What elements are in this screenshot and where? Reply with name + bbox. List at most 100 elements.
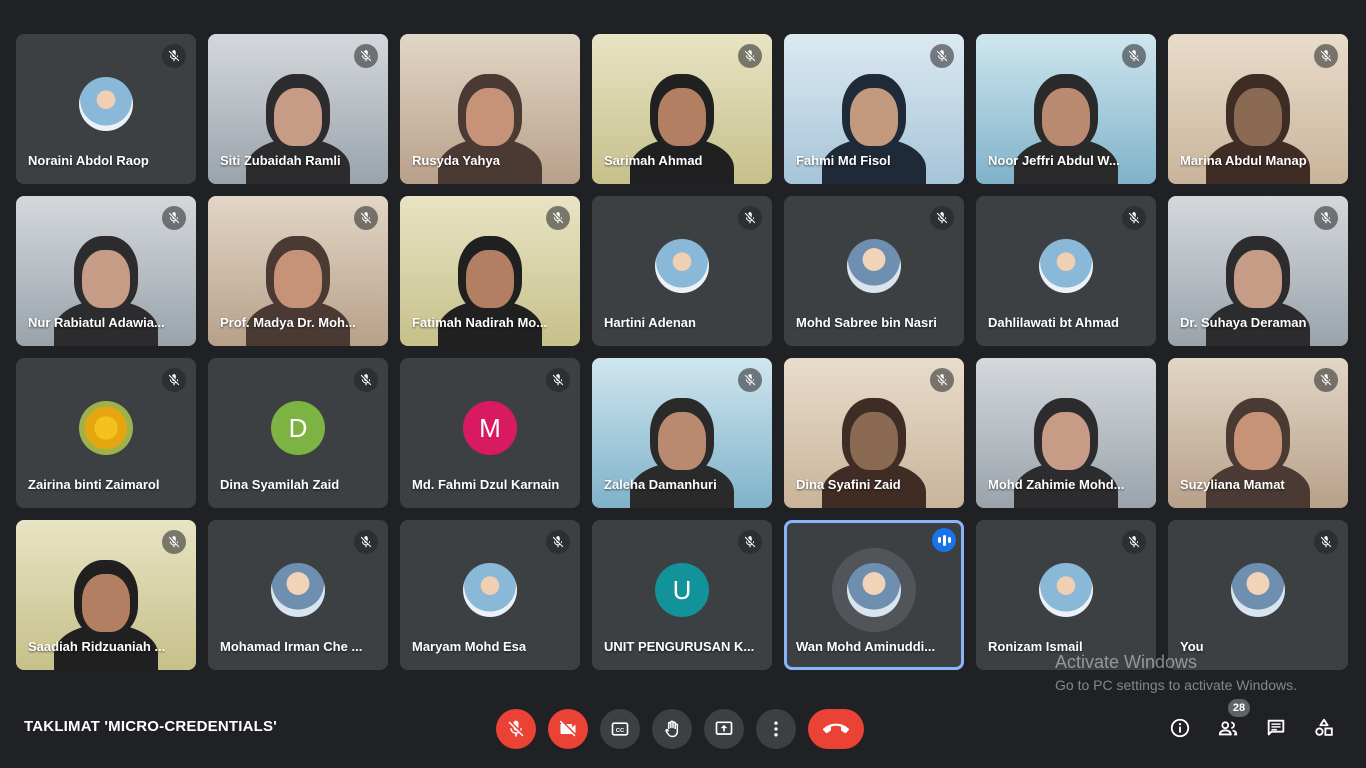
mic-muted-icon — [546, 206, 570, 230]
participant-tile[interactable]: Dina Syafini Zaid — [784, 358, 964, 508]
more-options-button[interactable] — [756, 709, 796, 749]
participant-name: Mohamad Irman Che ... — [220, 639, 363, 654]
participant-name: Maryam Mohd Esa — [412, 639, 527, 654]
mic-muted-icon — [1122, 206, 1146, 230]
people-icon — [1218, 721, 1238, 736]
participant-tile[interactable]: You — [1168, 520, 1348, 670]
mic-muted-icon — [546, 530, 570, 554]
participant-name: UNIT PENGURUSAN K... — [604, 639, 755, 654]
participant-name: Noor Jeffri Abdul W... — [988, 153, 1120, 168]
mic-muted-icon — [162, 44, 186, 68]
participant-name: Siti Zubaidah Ramli — [220, 153, 341, 168]
participant-tile[interactable]: Mohd Sabree bin Nasri — [784, 196, 964, 346]
mic-muted-icon — [1122, 44, 1146, 68]
participant-tile[interactable]: Rusyda Yahya — [400, 34, 580, 184]
present-button[interactable] — [704, 709, 744, 749]
avatar: D — [271, 401, 325, 455]
participant-tile[interactable]: Noor Jeffri Abdul W... — [976, 34, 1156, 184]
avatar — [79, 401, 133, 455]
leave-call-button[interactable] — [808, 709, 864, 749]
mic-muted-icon — [738, 530, 762, 554]
avatar — [463, 563, 517, 617]
participant-tile[interactable]: Siti Zubaidah Ramli — [208, 34, 388, 184]
participant-name: Sarimah Ahmad — [604, 153, 703, 168]
participant-tile[interactable]: Prof. Madya Dr. Moh... — [208, 196, 388, 346]
mic-muted-icon — [738, 206, 762, 230]
participant-tile[interactable]: Wan Mohd Aminuddi... — [784, 520, 964, 670]
participant-tile[interactable]: Dahlilawati bt Ahmad — [976, 196, 1156, 346]
mic-muted-icon — [354, 530, 378, 554]
participant-tile[interactable]: Suzyliana Mamat — [1168, 358, 1348, 508]
participant-tile[interactable]: D Dina Syamilah Zaid — [208, 358, 388, 508]
closed-captions-icon: CC — [611, 722, 629, 736]
participant-name: Zaleha Damanhuri — [604, 477, 717, 492]
meeting-title: TAKLIMAT 'MICRO-CREDENTIALS' — [24, 718, 277, 735]
mic-muted-icon — [738, 44, 762, 68]
participant-tile[interactable]: Marina Abdul Manap — [1168, 34, 1348, 184]
mic-off-icon — [508, 720, 524, 737]
raise-hand-icon — [665, 720, 679, 738]
participant-tile[interactable]: Nur Rabiatul Adawia... — [16, 196, 196, 346]
participant-name: Nur Rabiatul Adawia... — [28, 315, 165, 330]
people-button[interactable] — [1215, 715, 1241, 741]
chat-button[interactable] — [1263, 715, 1289, 741]
participant-tile[interactable]: Maryam Mohd Esa — [400, 520, 580, 670]
chat-icon — [1267, 719, 1285, 736]
raise-hand-button[interactable] — [652, 709, 692, 749]
participant-name: Hartini Adenan — [604, 315, 696, 330]
mic-muted-icon — [162, 368, 186, 392]
participant-tile[interactable]: Sarimah Ahmad — [592, 34, 772, 184]
mic-muted-icon — [162, 530, 186, 554]
participant-name: Saadiah Ridzuaniah ... — [28, 639, 166, 654]
avatar: U — [655, 563, 709, 617]
camera-off-icon — [559, 720, 576, 737]
svg-text:CC: CC — [616, 728, 625, 734]
participant-tile[interactable]: Dr. Suhaya Deraman — [1168, 196, 1348, 346]
captions-button[interactable]: CC — [600, 709, 640, 749]
participant-tile[interactable]: Saadiah Ridzuaniah ... — [16, 520, 196, 670]
participant-tile[interactable]: Zaleha Damanhuri — [592, 358, 772, 508]
avatar — [847, 563, 901, 617]
participant-count-badge: 28 — [1228, 699, 1250, 717]
mic-muted-icon — [1314, 206, 1338, 230]
present-screen-icon — [715, 721, 733, 735]
meeting-details-button[interactable] — [1167, 715, 1193, 741]
activate-windows-subtitle: Go to PC settings to activate Windows. — [1055, 677, 1297, 693]
mic-muted-icon — [1122, 530, 1146, 554]
avatar — [847, 239, 901, 293]
participant-tile[interactable]: Mohd Zahimie Mohd... — [976, 358, 1156, 508]
avatar — [1039, 239, 1093, 293]
participant-name: Zairina binti Zaimarol — [28, 477, 160, 492]
participant-grid: Noraini Abdol Raop Siti Zubaidah Ramli Rus… — [16, 34, 1350, 670]
camera-toggle-button[interactable] — [548, 709, 588, 749]
participant-tile[interactable]: Hartini Adenan — [592, 196, 772, 346]
avatar — [1231, 563, 1285, 617]
mic-muted-icon — [930, 368, 954, 392]
participant-tile[interactable]: Ronizam Ismail — [976, 520, 1156, 670]
participant-name: Md. Fahmi Dzul Karnain — [412, 477, 560, 492]
participant-name: Dr. Suhaya Deraman — [1180, 315, 1307, 330]
end-call-icon — [823, 723, 849, 734]
speaking-indicator-icon — [932, 528, 956, 552]
participant-name: Wan Mohd Aminuddi... — [796, 639, 936, 654]
avatar — [79, 77, 133, 131]
mic-toggle-button[interactable] — [496, 709, 536, 749]
participant-name: Rusyda Yahya — [412, 153, 500, 168]
participant-tile[interactable]: M Md. Fahmi Dzul Karnain — [400, 358, 580, 508]
more-options-icon — [774, 721, 778, 737]
avatar — [1039, 563, 1093, 617]
activities-button[interactable] — [1311, 715, 1337, 741]
participant-tile[interactable]: Fahmi Md Fisol — [784, 34, 964, 184]
mic-muted-icon — [738, 368, 762, 392]
participant-name: Prof. Madya Dr. Moh... — [220, 315, 356, 330]
mic-muted-icon — [1314, 44, 1338, 68]
participant-tile[interactable]: Mohamad Irman Che ... — [208, 520, 388, 670]
participant-tile[interactable]: Noraini Abdol Raop — [16, 34, 196, 184]
participant-name: Mohd Zahimie Mohd... — [988, 477, 1125, 492]
avatar — [655, 239, 709, 293]
participant-name: Mohd Sabree bin Nasri — [796, 315, 937, 330]
mic-muted-icon — [1314, 368, 1338, 392]
participant-tile[interactable]: Fatimah Nadirah Mo... — [400, 196, 580, 346]
participant-tile[interactable]: Zairina binti Zaimarol — [16, 358, 196, 508]
participant-tile[interactable]: U UNIT PENGURUSAN K... — [592, 520, 772, 670]
